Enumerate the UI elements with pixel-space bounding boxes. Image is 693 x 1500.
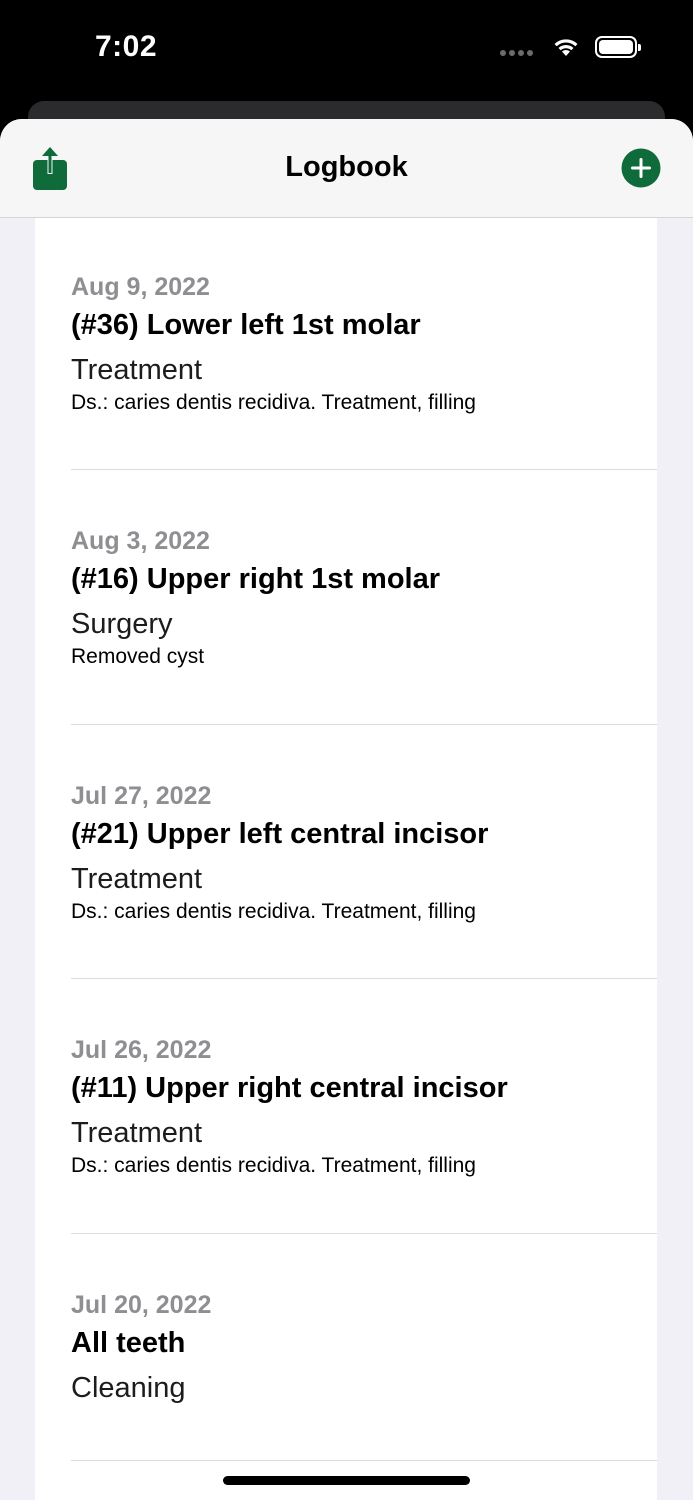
status-indicators <box>500 36 641 58</box>
logbook-sheet: Logbook Aug 9, 2022 (#36) Lower left 1st… <box>0 119 693 1500</box>
entry-tooth: (#36) Lower left 1st molar <box>71 309 421 341</box>
status-time: 7:02 <box>95 30 158 63</box>
entry-tooth: All teeth <box>71 1327 186 1359</box>
entry-type: Surgery <box>71 608 173 640</box>
divider <box>71 724 657 725</box>
entry-date: Jul 20, 2022 <box>71 1291 212 1319</box>
entry-note: Ds.: caries dentis recidiva. Treatment, … <box>71 900 476 923</box>
entry-tooth: (#21) Upper left central incisor <box>71 818 489 850</box>
entry-note: Removed cyst <box>71 645 205 668</box>
entry-tooth: (#11) Upper right central incisor <box>71 1072 508 1104</box>
wifi-icon <box>554 39 578 56</box>
home-indicator[interactable] <box>223 1476 470 1485</box>
entry-date: Aug 9, 2022 <box>71 273 210 301</box>
entry-type: Treatment <box>71 354 203 386</box>
entry-date: Jul 27, 2022 <box>71 782 212 810</box>
battery-icon <box>595 36 641 58</box>
page-title: Logbook <box>285 151 408 183</box>
divider <box>71 469 657 470</box>
add-entry-button[interactable] <box>621 148 661 188</box>
entry-date: Jul 26, 2022 <box>71 1036 212 1064</box>
divider <box>71 1460 657 1461</box>
entry-date: Aug 3, 2022 <box>71 527 210 555</box>
plus-circle-icon <box>621 148 661 188</box>
divider <box>71 1233 657 1234</box>
status-bar: 7:02 <box>0 0 693 100</box>
entry-note: Ds.: caries dentis recidiva. Treatment, … <box>71 1154 476 1177</box>
cellular-signal-icon <box>500 50 533 56</box>
entry-note: Ds.: caries dentis recidiva. Treatment, … <box>71 391 476 414</box>
navigation-bar: Logbook <box>0 119 693 218</box>
entry-type: Treatment <box>71 1117 203 1149</box>
entry-tooth: (#16) Upper right 1st molar <box>71 563 441 595</box>
logbook-list: Aug 9, 2022 (#36) Lower left 1st molar T… <box>35 218 657 1500</box>
entry-type: Treatment <box>71 863 203 895</box>
entry-type: Cleaning <box>71 1372 186 1404</box>
divider <box>71 978 657 979</box>
